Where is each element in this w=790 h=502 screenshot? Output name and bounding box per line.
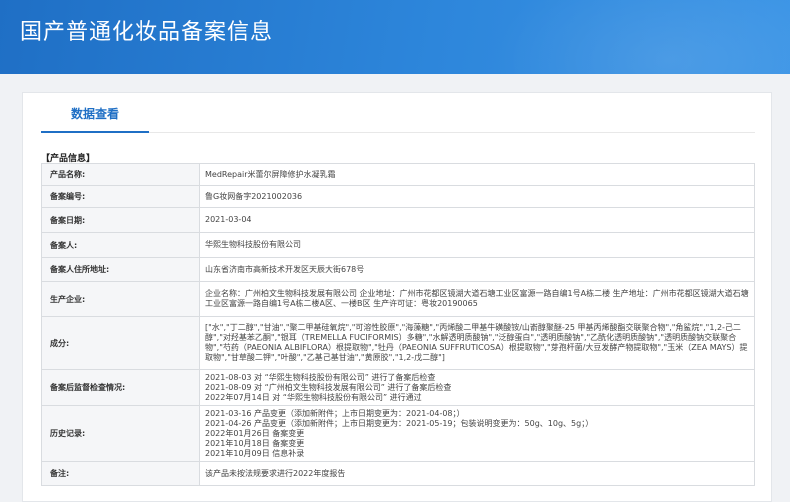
manufacturer-value: 企业名称：广州柏文生物科技发展有限公司 企业地址：广州市花都区镜湖大道石塘工业区… <box>199 281 755 317</box>
table-row: 备案日期: 2021-03-04 <box>41 207 755 233</box>
registrant-value: 华熙生物科技股份有限公司 <box>199 232 755 258</box>
table-row: 备注: 该产品未按法规要求进行2022年度报告 <box>41 461 755 486</box>
tab-bar: 数据查看 <box>41 93 755 133</box>
table-row: 生产企业: 企业名称：广州柏文生物科技发展有限公司 企业地址：广州市花都区镜湖大… <box>41 281 755 317</box>
table-row: 成分: ["水","丁二醇","甘油","聚二甲基硅氧烷","可溶性胶原","海… <box>41 316 755 370</box>
history-line: 2021年10月09日 信息补录 <box>205 448 305 458</box>
ingredients-value: ["水","丁二醇","甘油","聚二甲基硅氧烷","可溶性胶原","海藻糖",… <box>199 316 755 370</box>
tab-data-view[interactable]: 数据查看 <box>41 105 149 133</box>
post-check-line: 2021-08-03 对 “华熙生物科技股份有限公司” 进行了备案后检查 <box>205 372 436 382</box>
page-title: 国产普通化妆品备案信息 <box>20 20 274 45</box>
header-banner: 国产普通化妆品备案信息 <box>0 0 790 74</box>
row-label: 生产企业: <box>41 281 200 317</box>
row-label: 备注: <box>41 461 200 486</box>
row-label: 备案日期: <box>41 207 200 233</box>
row-label: 历史记录: <box>41 405 200 462</box>
table-row: 备案后监督检查情况: 2021-08-03 对 “华熙生物科技股份有限公司” 进… <box>41 369 755 406</box>
product-name-value: MedRepair米蕾尔屏障修护水凝乳霜 <box>199 163 755 186</box>
post-check-line: 2021-08-09 对 “广州柏文生物科技发展有限公司” 进行了备案后检查 <box>205 382 452 392</box>
table-row: 产品名称: MedRepair米蕾尔屏障修护水凝乳霜 <box>41 163 755 186</box>
row-label: 备案人住所地址: <box>41 257 200 282</box>
row-label: 产品名称: <box>41 163 200 186</box>
registrant-address-value: 山东省济南市高新技术开发区天辰大街678号 <box>199 257 755 282</box>
history-line: 2022年01月26日 备案变更 <box>205 428 305 438</box>
history-line: 2021-04-26 产品变更（添加新附件；上市日期变更为：2021-05-19… <box>205 418 594 428</box>
product-info-table: 产品名称: MedRepair米蕾尔屏障修护水凝乳霜 备案编号: 鲁G妆网备字2… <box>41 163 755 486</box>
history-value: 2021-03-16 产品变更（添加新附件；上市日期变更为：2021-04-08… <box>199 405 755 462</box>
history-line: 2021年10月18日 备案变更 <box>205 438 305 448</box>
table-row: 备案人: 华熙生物科技股份有限公司 <box>41 232 755 258</box>
record-date-value: 2021-03-04 <box>199 207 755 233</box>
row-label: 备案编号: <box>41 185 200 208</box>
history-line: 2021-03-16 产品变更（添加新附件；上市日期变更为：2021-04-08… <box>205 408 465 418</box>
content-panel: 数据查看 【产品信息】 产品名称: MedRepair米蕾尔屏障修护水凝乳霜 备… <box>22 92 772 502</box>
post-check-line: 2022年07月14日 对 “华熙生物科技股份有限公司” 进行通过 <box>205 392 422 402</box>
row-label: 成分: <box>41 316 200 370</box>
table-row: 备案编号: 鲁G妆网备字2021002036 <box>41 185 755 208</box>
post-check-value: 2021-08-03 对 “华熙生物科技股份有限公司” 进行了备案后检查 202… <box>199 369 755 406</box>
table-row: 历史记录: 2021-03-16 产品变更（添加新附件；上市日期变更为：2021… <box>41 405 755 462</box>
record-number-value: 鲁G妆网备字2021002036 <box>199 185 755 208</box>
table-row: 备案人住所地址: 山东省济南市高新技术开发区天辰大街678号 <box>41 257 755 282</box>
remarks-value: 该产品未按法规要求进行2022年度报告 <box>199 461 755 486</box>
row-label: 备案人: <box>41 232 200 258</box>
row-label: 备案后监督检查情况: <box>41 369 200 406</box>
